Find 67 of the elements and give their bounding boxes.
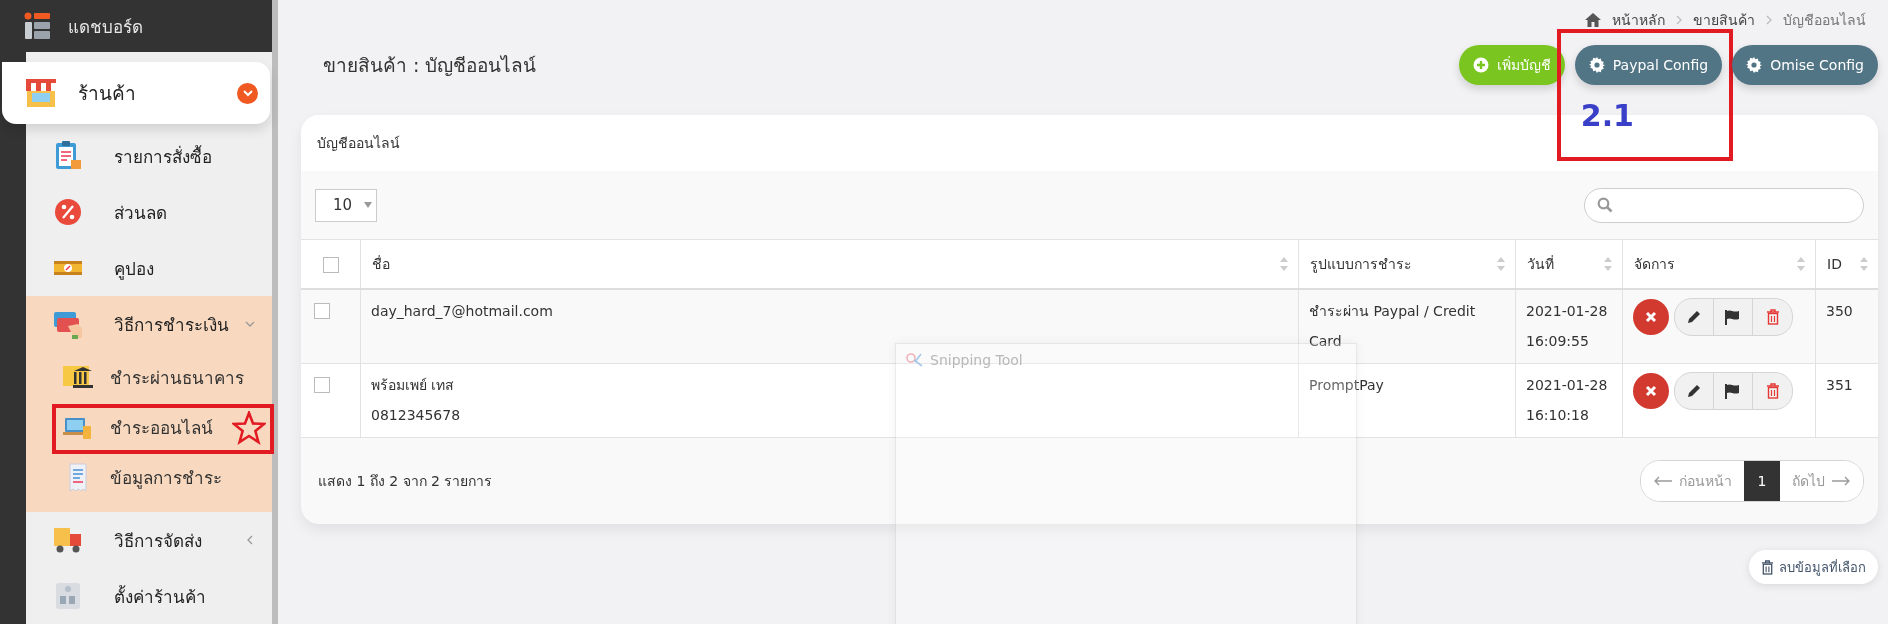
arrow-left-icon [1653, 476, 1673, 486]
sidebar-item[interactable]: คูปอง [26, 240, 272, 296]
sort-icon [1279, 257, 1289, 271]
search-icon [1597, 197, 1613, 213]
sidebar-item[interactable]: ตั้งค่าร้านค้า [26, 568, 272, 624]
sidebar-item[interactable]: ส่วนลด [26, 184, 272, 240]
sort-icon [1496, 257, 1506, 271]
close-icon [1644, 384, 1658, 398]
checkbox[interactable] [314, 377, 330, 393]
delete-selected-button[interactable]: ลบข้อมูลที่เลือก [1749, 550, 1878, 584]
table-cell-text: 2021-01-28 16:10:18 [1526, 376, 1609, 425]
sort-icon [1859, 257, 1869, 271]
table-cell-text: 350 [1826, 302, 1854, 321]
chevron-right-icon [1765, 14, 1773, 26]
trash-icon [1765, 383, 1780, 399]
table-cell-text: ชำระผ่าน Paypal / Credit Card [1309, 302, 1477, 351]
breadcrumb-link[interactable]: ขายสินค้า [1693, 9, 1755, 31]
sidebar-section[interactable]: ร้านค้า [2, 62, 270, 124]
plus-icon [1472, 57, 1489, 73]
sidebar-item[interactable]: วิธีการจัดส่ง [26, 512, 272, 568]
flag-icon [1724, 383, 1742, 399]
config-button[interactable]: Paypal Config [1574, 45, 1723, 85]
scrollbar[interactable] [272, 0, 278, 624]
star-icon [232, 411, 266, 445]
sidebar-subitem[interactable]: ชำระผ่านธนาคาร [26, 352, 272, 402]
config-button[interactable]: Omise Config [1732, 45, 1878, 85]
page-button[interactable]: 1 [1744, 461, 1780, 501]
pencil-icon [1686, 383, 1702, 399]
brand-name: แดชบอร์ด [68, 15, 143, 39]
gear-icon [1588, 57, 1605, 73]
table-cell-text: พร้อมเพย์ เทส [371, 376, 456, 395]
cancel-button[interactable] [1633, 373, 1669, 409]
table-cell-text: 2021-01-28 16:09:55 [1526, 302, 1609, 351]
checkbox[interactable] [314, 303, 330, 319]
home-icon [1584, 12, 1602, 28]
trash-icon [1761, 559, 1774, 575]
caret-icon [364, 202, 373, 208]
checkbox[interactable] [322, 256, 339, 273]
window-title: Snipping Tool [930, 352, 1023, 368]
shop-icon [24, 76, 58, 110]
sort-icon [1603, 257, 1613, 271]
table-cell-text: 351 [1826, 376, 1854, 395]
pencil-icon [1686, 309, 1702, 325]
arrow-right-icon [1831, 476, 1851, 486]
chevron-right-icon [1675, 14, 1683, 26]
page-title: ขายสินค้า : บัญชีออนไลน์ [323, 53, 537, 78]
scissors-icon [906, 352, 924, 368]
table-cell-text: day_hard_7@hotmail.com [371, 302, 554, 321]
search-field[interactable] [1584, 187, 1864, 223]
sort-icon [1796, 257, 1806, 271]
gear-icon [1746, 57, 1763, 73]
sidebar-item[interactable]: รายการสั่งซื้อ [26, 128, 272, 184]
page-size-select[interactable]: 10 [315, 188, 377, 222]
breadcrumb-link[interactable]: หน้าหลัก [1612, 9, 1665, 31]
callout-number: 2.1 [1580, 98, 1634, 133]
percent-badge-icon [52, 196, 84, 228]
table-cell-text: PromptPay [1309, 376, 1385, 395]
sidebar-item[interactable]: วิธีการชำระเงิน [26, 296, 272, 352]
table-cell-text: 0812345678 [371, 406, 462, 425]
sidebar-subitem[interactable]: ข้อมูลการชำระ [26, 452, 272, 502]
table-info: แสดง 1 ถึง 2 จาก 2 รายการ [318, 472, 493, 491]
sidebar-subitem[interactable]: ชำระออนไลน์ [26, 402, 272, 452]
flag-icon [1724, 309, 1742, 325]
close-icon [1644, 310, 1658, 324]
logo-icon [24, 12, 50, 40]
cancel-button[interactable] [1633, 299, 1669, 335]
trash-icon [1765, 309, 1780, 325]
